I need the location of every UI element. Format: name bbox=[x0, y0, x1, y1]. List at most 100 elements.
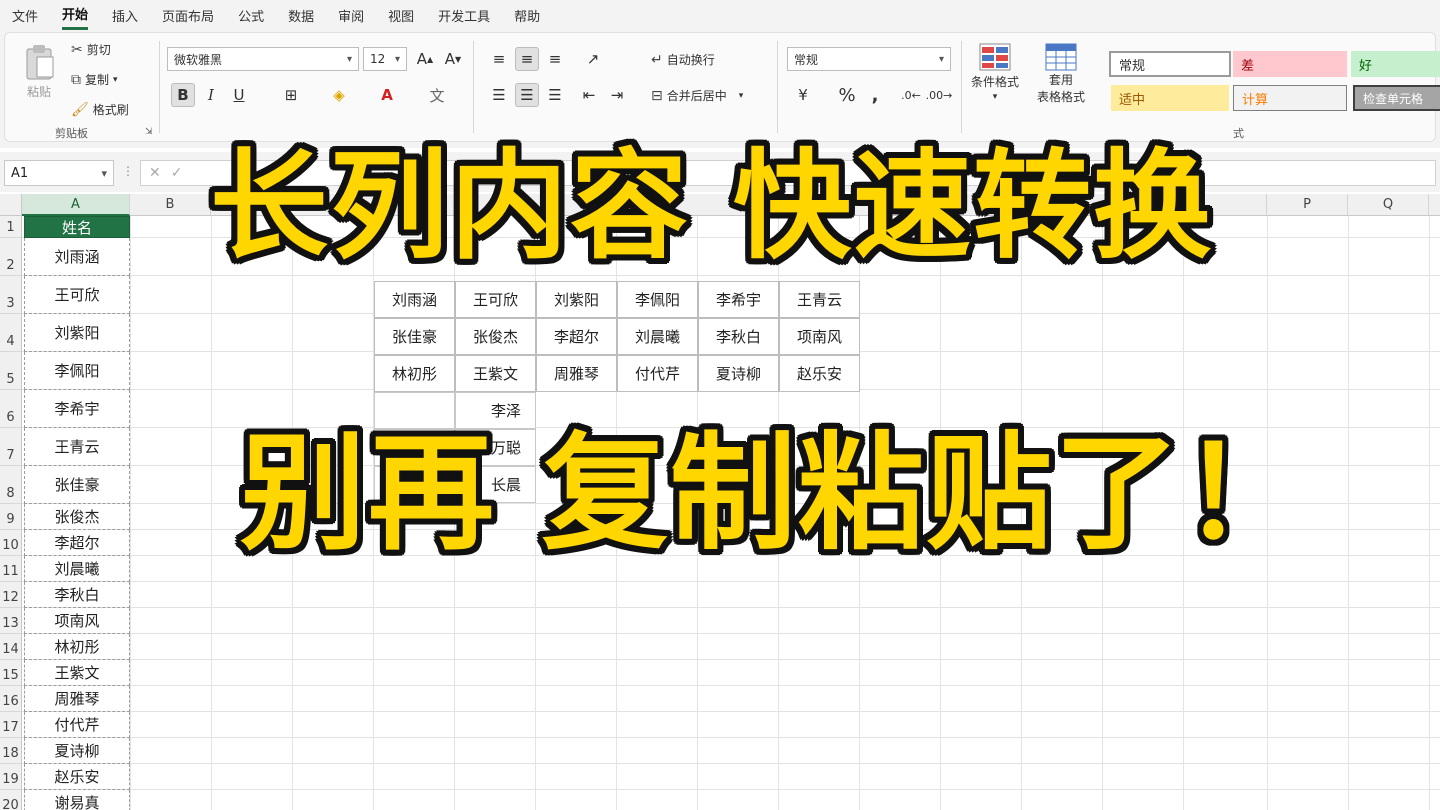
row-header[interactable]: 15 bbox=[0, 660, 22, 686]
table-cell[interactable]: 周雅琴 bbox=[536, 355, 617, 392]
phonetic-icon[interactable]: 文 bbox=[425, 83, 449, 107]
conditional-format-button[interactable]: 条件格式 ▾ bbox=[971, 43, 1019, 102]
font-name-select[interactable]: 微软雅黑 ▾ bbox=[167, 47, 359, 71]
row-header[interactable]: 11 bbox=[0, 556, 22, 582]
row-header[interactable]: 17 bbox=[0, 712, 22, 738]
percent-button[interactable]: % bbox=[835, 83, 859, 107]
bold-button[interactable]: B bbox=[171, 83, 195, 107]
column-a-name-cell[interactable]: 李超尔 bbox=[24, 530, 130, 556]
table-cell[interactable]: 李秋白 bbox=[698, 318, 779, 355]
column-a-name-cell[interactable]: 张俊杰 bbox=[24, 504, 130, 530]
menu-help[interactable]: 帮助 bbox=[514, 2, 540, 29]
table-cell[interactable]: 张佳豪 bbox=[374, 318, 455, 355]
align-left-icon[interactable]: ☰ bbox=[487, 83, 511, 107]
menu-data[interactable]: 数据 bbox=[288, 2, 314, 29]
menu-file[interactable]: 文件 bbox=[12, 2, 38, 29]
dialog-launcher-icon[interactable]: ⇲ bbox=[145, 127, 153, 137]
column-a-name-cell[interactable]: 王可欣 bbox=[24, 276, 130, 314]
font-color-icon[interactable]: A bbox=[375, 83, 399, 107]
table-cell[interactable]: 王可欣 bbox=[455, 281, 536, 318]
fill-color-icon[interactable]: ◈ bbox=[327, 83, 351, 107]
italic-button[interactable]: I bbox=[199, 83, 223, 107]
row-header[interactable]: 9 bbox=[0, 504, 22, 530]
menu-page-layout[interactable]: 页面布局 bbox=[162, 2, 214, 29]
align-right-icon[interactable]: ☰ bbox=[543, 83, 567, 107]
menu-review[interactable]: 审阅 bbox=[338, 2, 364, 29]
align-middle-icon[interactable]: ≡ bbox=[515, 47, 539, 71]
table-cell[interactable]: 刘紫阳 bbox=[536, 281, 617, 318]
style-normal[interactable]: 常规 bbox=[1109, 51, 1231, 77]
decrease-font-icon[interactable]: A ▼ bbox=[441, 47, 465, 71]
column-a-name-cell[interactable]: 项南风 bbox=[24, 608, 130, 634]
column-a-name-cell[interactable]: 刘晨曦 bbox=[24, 556, 130, 582]
column-header-r[interactable] bbox=[1429, 194, 1440, 216]
row-header[interactable]: 2 bbox=[0, 238, 22, 276]
menu-home[interactable]: 开始 bbox=[62, 0, 89, 30]
number-format-select[interactable]: 常规 ▾ bbox=[787, 47, 951, 71]
column-a-name-cell[interactable]: 王紫文 bbox=[24, 660, 130, 686]
orientation-icon[interactable]: ↗ bbox=[581, 47, 605, 71]
table-cell[interactable]: 刘晨曦 bbox=[617, 318, 698, 355]
column-a-name-cell[interactable]: 李希宇 bbox=[24, 390, 130, 428]
currency-icon[interactable]: ¥ bbox=[791, 83, 815, 107]
align-bottom-icon[interactable]: ≡ bbox=[543, 47, 567, 71]
increase-font-icon[interactable]: A ▲ bbox=[413, 47, 437, 71]
menu-formulas[interactable]: 公式 bbox=[238, 2, 264, 29]
row-header[interactable]: 4 bbox=[0, 314, 22, 352]
style-good[interactable]: 好 bbox=[1351, 51, 1440, 77]
column-a-name-cell[interactable]: 付代芹 bbox=[24, 712, 130, 738]
select-all-corner[interactable] bbox=[0, 194, 22, 216]
column-a-name-cell[interactable]: 张佳豪 bbox=[24, 466, 130, 504]
underline-button[interactable]: U bbox=[227, 83, 251, 107]
row-header[interactable]: 7 bbox=[0, 428, 22, 466]
column-header-q[interactable]: Q bbox=[1348, 194, 1429, 216]
outdent-icon[interactable]: ⇤ bbox=[577, 83, 601, 107]
column-a-name-cell[interactable]: 林初彤 bbox=[24, 634, 130, 660]
table-cell[interactable]: 赵乐安 bbox=[779, 355, 860, 392]
column-header-p[interactable]: P bbox=[1267, 194, 1348, 216]
cut-button[interactable]: ✂ 剪切 bbox=[71, 41, 111, 58]
name-box[interactable]: A1 ▾ bbox=[4, 160, 114, 186]
column-a-name-cell[interactable]: 李秋白 bbox=[24, 582, 130, 608]
row-header[interactable]: 19 bbox=[0, 764, 22, 790]
format-painter-button[interactable]: 🖌 格式刷 bbox=[71, 101, 129, 118]
confirm-icon[interactable]: ✓ bbox=[171, 165, 183, 181]
style-calculation[interactable]: 计算 bbox=[1233, 85, 1347, 111]
row-header[interactable]: 1 bbox=[0, 216, 22, 238]
table-cell[interactable]: 林初彤 bbox=[374, 355, 455, 392]
menu-view[interactable]: 视图 bbox=[388, 2, 414, 29]
style-neutral[interactable]: 适中 bbox=[1111, 85, 1229, 111]
row-header[interactable]: 14 bbox=[0, 634, 22, 660]
border-icon[interactable]: ⊞ bbox=[279, 83, 303, 107]
table-cell[interactable]: 王青云 bbox=[779, 281, 860, 318]
table-cell[interactable]: 夏诗柳 bbox=[698, 355, 779, 392]
column-a-name-cell[interactable]: 王青云 bbox=[24, 428, 130, 466]
column-a-name-cell[interactable]: 谢易真 bbox=[24, 790, 130, 810]
table-cell[interactable]: 李佩阳 bbox=[617, 281, 698, 318]
style-check-cell[interactable]: 检查单元格 bbox=[1353, 85, 1440, 111]
table-cell[interactable]: 项南风 bbox=[779, 318, 860, 355]
format-as-table-button[interactable]: 套用 表格格式 bbox=[1037, 43, 1085, 105]
row-header[interactable]: 16 bbox=[0, 686, 22, 712]
align-top-icon[interactable]: ≡ bbox=[487, 47, 511, 71]
table-cell[interactable]: 李希宇 bbox=[698, 281, 779, 318]
row-header[interactable]: 20 bbox=[0, 790, 22, 810]
column-a-name-cell[interactable]: 刘雨涵 bbox=[24, 238, 130, 276]
row-header[interactable]: 6 bbox=[0, 390, 22, 428]
cancel-icon[interactable]: ✕ bbox=[149, 165, 161, 181]
merge-center-button[interactable]: ⊟ 合并后居中 ▾ bbox=[651, 87, 743, 104]
style-bad[interactable]: 差 bbox=[1233, 51, 1347, 77]
row-header[interactable]: 12 bbox=[0, 582, 22, 608]
column-a-name-cell[interactable]: 李佩阳 bbox=[24, 352, 130, 390]
copy-button[interactable]: ⧉ 复制 ▾ bbox=[71, 71, 118, 88]
menu-developer[interactable]: 开发工具 bbox=[438, 2, 490, 29]
table-cell[interactable]: 王紫文 bbox=[455, 355, 536, 392]
table-cell[interactable]: 刘雨涵 bbox=[374, 281, 455, 318]
table-cell[interactable]: 李超尔 bbox=[536, 318, 617, 355]
column-a-name-cell[interactable]: 刘紫阳 bbox=[24, 314, 130, 352]
font-size-select[interactable]: 12 ▾ bbox=[363, 47, 407, 71]
column-a-header-cell[interactable]: 姓名 bbox=[24, 216, 130, 238]
increase-decimal-icon[interactable]: .0← bbox=[899, 83, 923, 107]
menu-insert[interactable]: 插入 bbox=[112, 2, 138, 29]
row-header[interactable]: 10 bbox=[0, 530, 22, 556]
